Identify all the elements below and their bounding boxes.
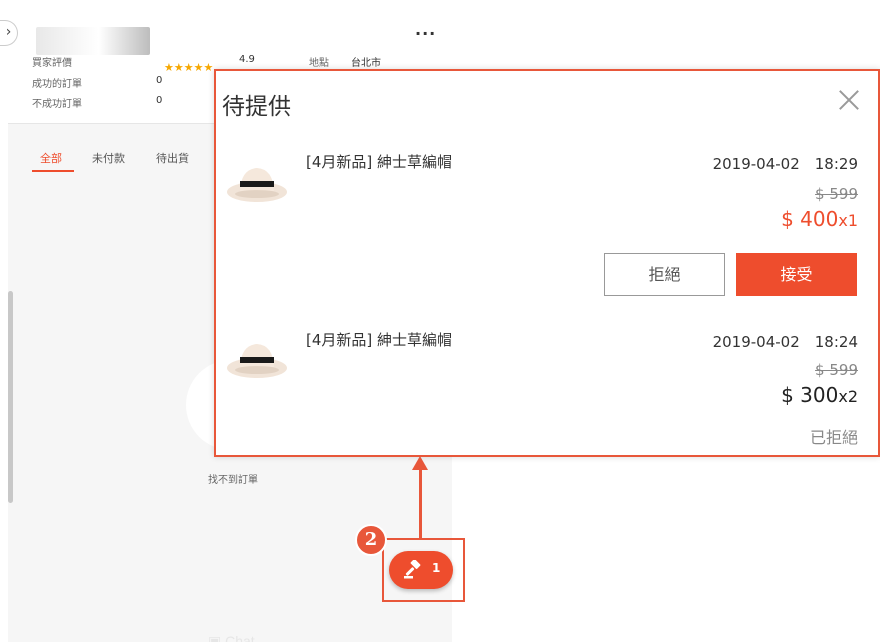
offer-quantity: x2 — [838, 387, 858, 406]
seller-name-placeholder — [36, 27, 150, 55]
offer-datetime: 2019-04-02 18:24 — [712, 333, 858, 351]
success-orders-value: 0 — [156, 75, 163, 86]
product-name: [4月新品] 紳士草編帽 — [306, 331, 453, 349]
more-options-button[interactable]: ··· — [415, 24, 436, 43]
location-label: 地點 — [309, 58, 329, 69]
callout-number-badge: 2 — [355, 524, 387, 556]
straw-hat-image — [224, 149, 290, 215]
offer-quantity: x1 — [838, 211, 858, 230]
failed-orders-value: 0 — [156, 95, 163, 106]
offer-price: $ 300x2 — [781, 383, 858, 407]
rating-label: 買家評價 — [32, 58, 72, 69]
offer-status-rejected: 已拒絕 — [809, 428, 858, 447]
tab-to-ship[interactable]: 待出貨 — [156, 150, 189, 166]
chat-watermark-label: Chat — [225, 633, 255, 642]
failed-orders-label: 不成功訂單 — [32, 99, 82, 110]
success-orders-label: 成功的訂單 — [32, 79, 82, 90]
offer-price-amount: $ 400 — [781, 207, 839, 231]
tab-unpaid[interactable]: 未付款 — [92, 150, 125, 166]
location-value: 台北市 — [351, 58, 381, 69]
accept-button[interactable]: 接受 — [736, 253, 857, 296]
rating-value: 4.9 — [239, 54, 255, 65]
pending-offers-popup: 待提供 [4月新品] 紳士草編帽 2019-04-02 18:29 $ 599 … — [214, 69, 880, 457]
scrollbar[interactable] — [8, 291, 13, 503]
offer-price: $ 400x1 — [781, 207, 858, 231]
offer-actions: 拒絕 接受 — [216, 253, 878, 296]
rating-stars-icon: ★★★★★ — [164, 61, 214, 74]
bid-offers-button[interactable]: 1 — [389, 551, 453, 589]
bid-count-badge: 1 — [432, 561, 441, 575]
chat-icon: ▣ — [208, 633, 222, 642]
close-icon[interactable] — [836, 87, 862, 113]
straw-hat-image — [224, 325, 290, 391]
original-price: $ 599 — [815, 185, 858, 203]
gavel-icon — [404, 560, 421, 579]
chat-watermark: ▣ Chat — [208, 633, 255, 642]
offer-datetime: 2019-04-02 18:29 — [712, 155, 858, 173]
callout-arrow-line — [419, 468, 422, 540]
original-price: $ 599 — [815, 361, 858, 379]
offer-item: [4月新品] 紳士草編帽 2019-04-02 18:24 $ 599 $ 30… — [216, 321, 878, 481]
product-name: [4月新品] 紳士草編帽 — [306, 153, 453, 171]
active-tab-indicator — [32, 170, 74, 172]
offer-price-amount: $ 300 — [781, 383, 839, 407]
tab-all[interactable]: 全部 — [40, 150, 62, 166]
popup-title: 待提供 — [222, 94, 291, 120]
offer-item: [4月新品] 紳士草編帽 2019-04-02 18:29 $ 599 $ 40… — [216, 143, 878, 303]
reject-button[interactable]: 拒絕 — [604, 253, 725, 296]
